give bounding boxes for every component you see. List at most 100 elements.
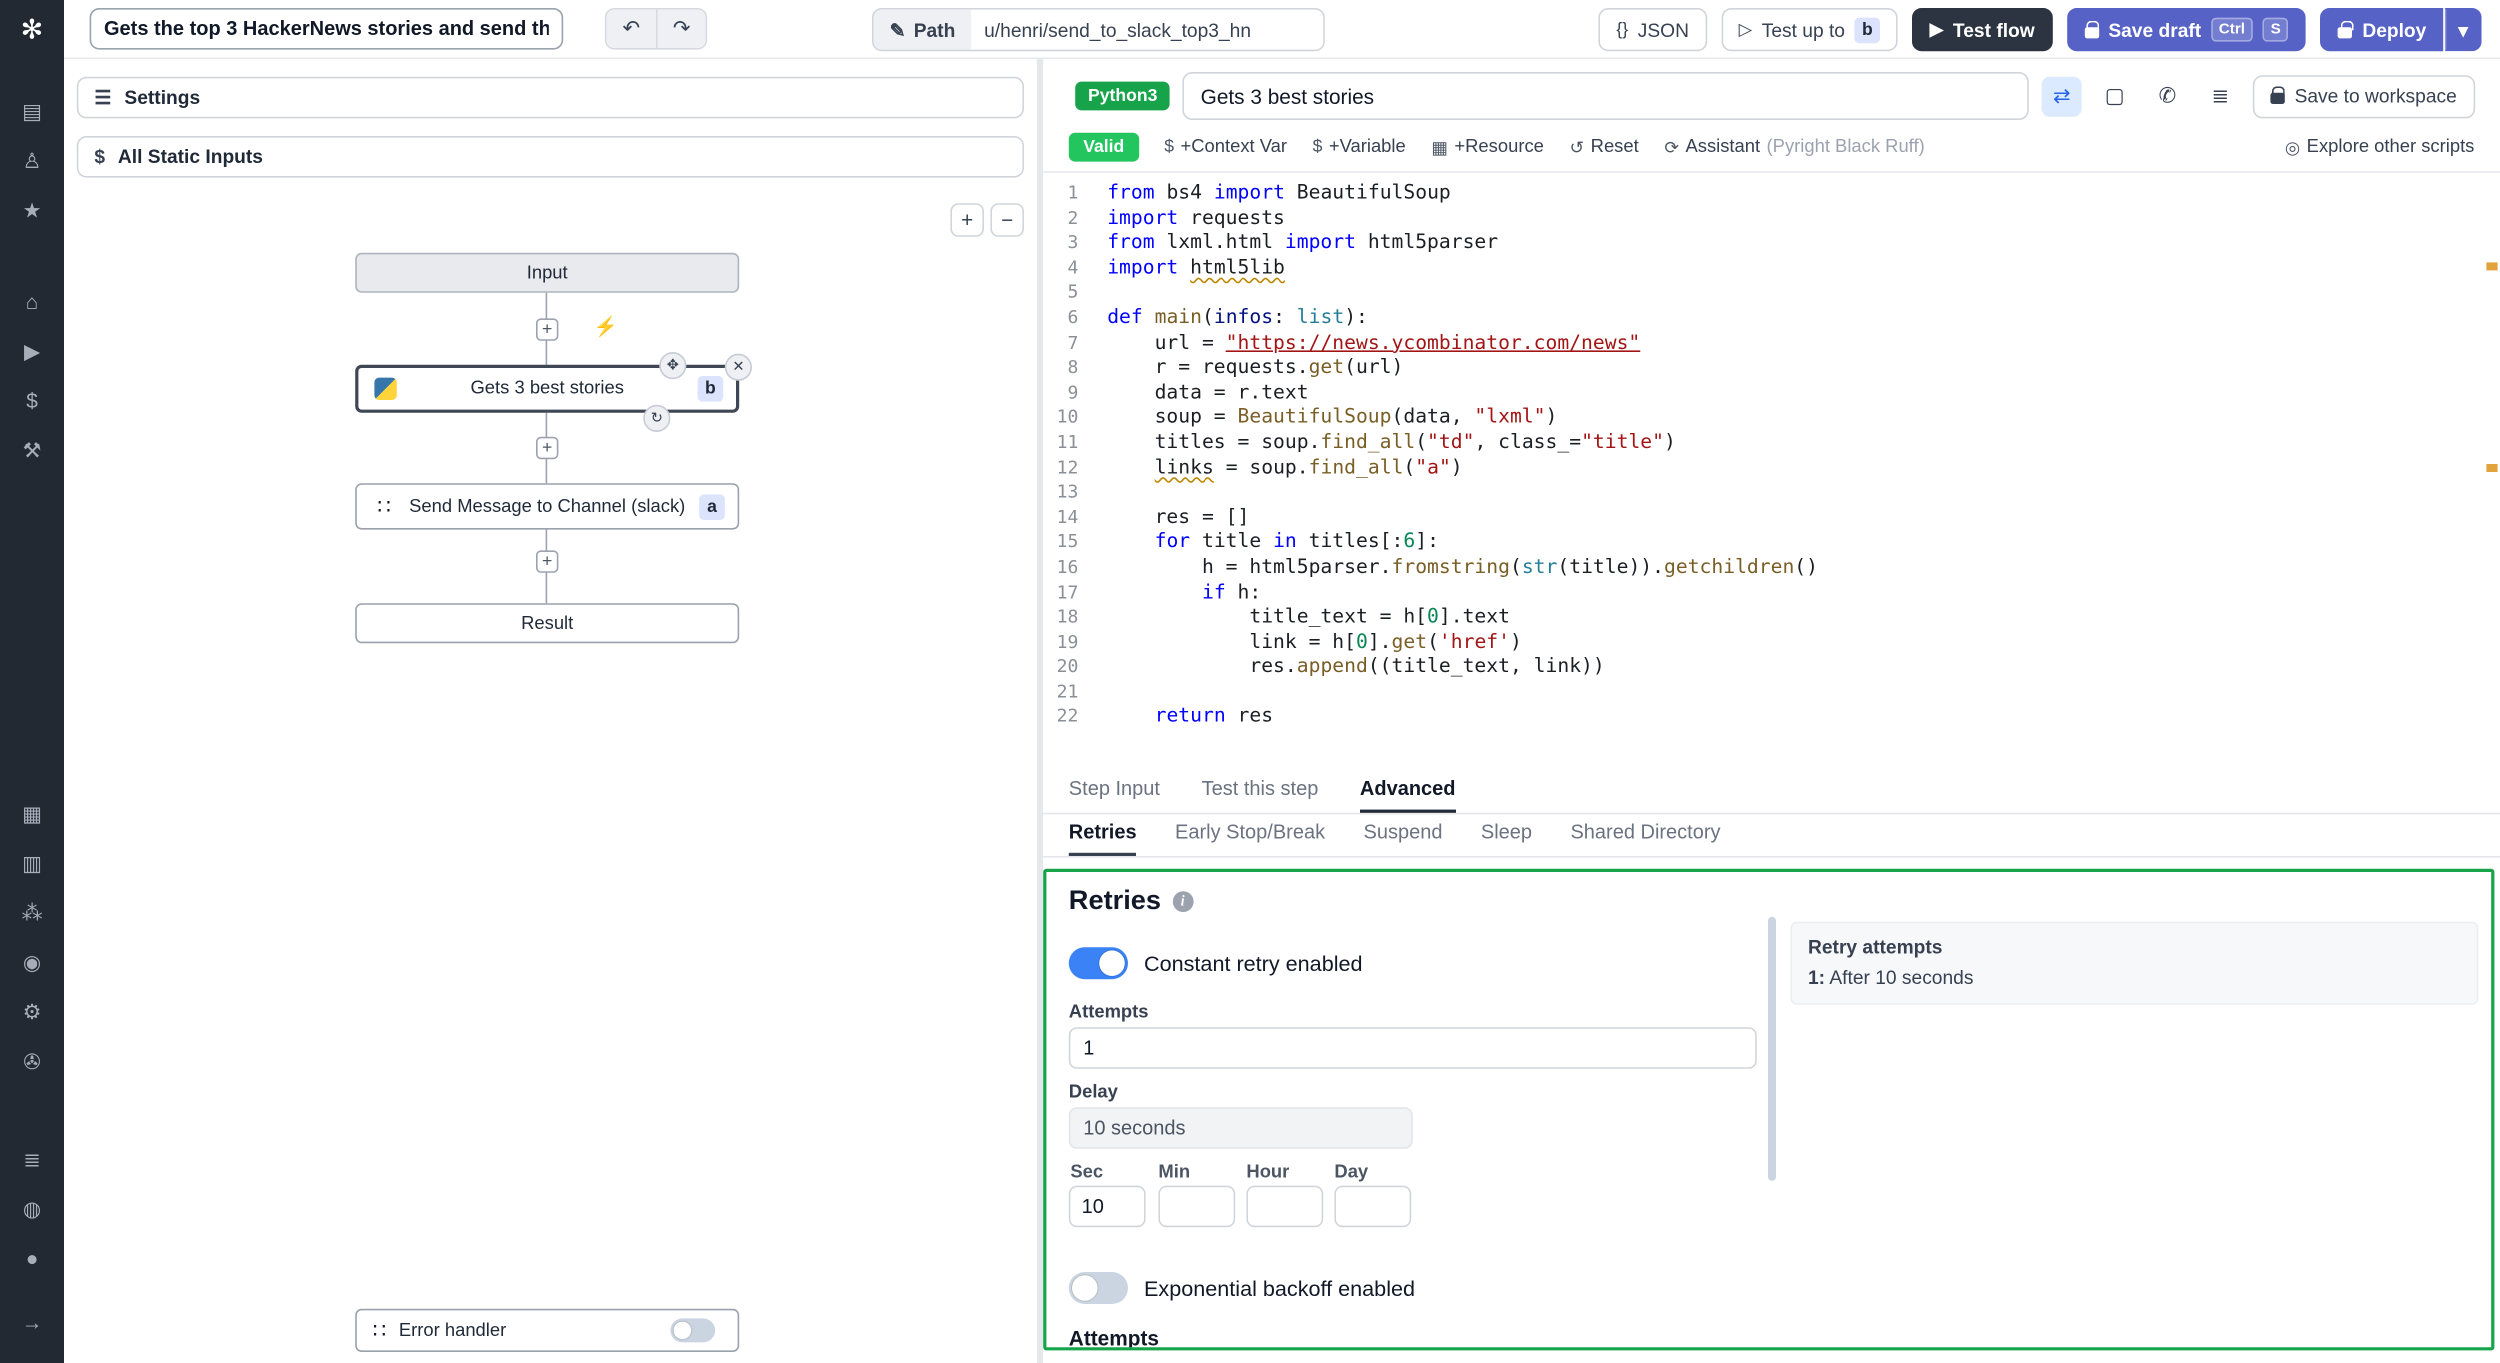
subtab-shared-directory[interactable]: Shared Directory <box>1570 821 1720 856</box>
path-label[interactable]: ✎ Path <box>873 9 972 50</box>
home-icon[interactable]: ⌂ <box>0 277 64 327</box>
reset-icon: ↺ <box>1569 138 1585 158</box>
folders-icon[interactable]: ▥ <box>0 838 64 888</box>
hour-input[interactable] <box>1246 1185 1324 1228</box>
flows-icon[interactable]: ▶ <box>0 326 64 376</box>
reset-button[interactable]: ↺ Reset <box>1570 137 1639 158</box>
variables-icon[interactable]: $ <box>0 376 64 426</box>
restart-from-step-button[interactable]: ↻ <box>643 404 671 432</box>
zoom-out-button[interactable]: − <box>990 203 1024 237</box>
dollar-icon: $ <box>1164 137 1175 157</box>
info-icon[interactable]: i <box>1172 890 1194 912</box>
test-up-to-button[interactable]: ▷ Test up to b <box>1720 8 1898 52</box>
attempts-input[interactable] <box>1068 1027 1757 1069</box>
schedules-icon[interactable]: ▦ <box>0 789 64 839</box>
test-up-to-step-badge: b <box>1854 16 1881 43</box>
user-icon[interactable]: ♙ <box>0 136 64 186</box>
step-id-badge: a <box>699 493 725 520</box>
audit-logs-icon[interactable]: ◉ <box>0 938 64 988</box>
workspace-settings-icon[interactable]: ⚙ <box>0 987 64 1037</box>
groups-icon[interactable]: ⁂ <box>0 888 64 938</box>
constant-retry-label: Constant retry enabled <box>1144 951 1363 976</box>
subtab-early-stop[interactable]: Early Stop/Break <box>1175 821 1325 856</box>
all-static-inputs-bar[interactable]: $ All Static Inputs <box>76 136 1025 178</box>
redo-button[interactable]: ↷ <box>656 9 706 49</box>
workers-icon[interactable]: ✇ <box>0 1037 64 1087</box>
add-resource-button[interactable]: ▦ +Resource <box>1431 137 1544 158</box>
insert-step-button[interactable]: + <box>536 550 559 573</box>
json-icon: {} <box>1616 20 1629 40</box>
deploy-button[interactable]: Deploy <box>2320 8 2444 52</box>
trigger-bolt-icon[interactable]: ⚡ <box>594 315 618 337</box>
deploy-dropdown-button[interactable]: ▾ <box>2445 8 2481 52</box>
sec-label: Sec <box>1070 1163 1104 1183</box>
path-input[interactable] <box>971 9 1324 50</box>
tab-step-input[interactable]: Step Input <box>1069 778 1160 813</box>
sync-script-icon[interactable]: ⇄ <box>2041 76 2082 116</box>
subtab-sleep[interactable]: Sleep <box>1481 821 1532 856</box>
fullscreen-icon[interactable]: ▢ <box>2095 76 2135 116</box>
min-label: Min <box>1158 1163 1191 1183</box>
test-flow-button[interactable]: ▶ Test flow <box>1912 8 2053 52</box>
tab-test-this-step[interactable]: Test this step <box>1202 778 1319 813</box>
step-node-a[interactable]: ∷ Send Message to Channel (slack) a <box>355 483 740 530</box>
resource-icon: ▦ <box>1431 138 1448 158</box>
min-input[interactable] <box>1158 1185 1236 1228</box>
code-lines: 1 from bs4 import BeautifulSoup 2 import re… <box>1056 180 1818 728</box>
insert-step-button[interactable]: + <box>536 318 559 341</box>
error-handler-node[interactable]: ∷ Error handler <box>355 1308 740 1352</box>
error-handler-toggle[interactable] <box>670 1318 716 1343</box>
webhook-icon[interactable]: ✆ <box>2147 76 2187 116</box>
expand-sidebar-icon[interactable]: → <box>0 1297 64 1347</box>
subtab-suspend[interactable]: Suspend <box>1364 821 1443 856</box>
settings-sliders-icon: ☰ <box>94 86 112 109</box>
play-icon: ▶ <box>1929 20 1944 40</box>
path-group: ✎ Path <box>872 8 1325 52</box>
sec-input[interactable] <box>1068 1185 1146 1228</box>
zoom-in-button[interactable]: + <box>950 203 984 237</box>
favorites-icon[interactable]: ★ <box>0 186 64 236</box>
explore-other-scripts-button[interactable]: ◎ Explore other scripts <box>2285 137 2475 158</box>
tab-advanced[interactable]: Advanced <box>1359 778 1456 813</box>
delete-step-button[interactable]: ✕ <box>724 353 752 381</box>
add-context-var-button[interactable]: $ +Context Var <box>1164 138 1287 157</box>
runs-icon[interactable]: ▤ <box>0 86 64 136</box>
resources-icon[interactable]: ⚒ <box>0 426 64 476</box>
constant-retry-toggle[interactable] <box>1068 947 1128 980</box>
assistant-button[interactable]: ⟳ Assistant (Pyright Black Ruff) <box>1664 137 1924 158</box>
docs-icon[interactable]: ≣ <box>0 1134 64 1184</box>
insert-step-button[interactable]: + <box>536 436 559 460</box>
flow-title-input[interactable] <box>89 8 564 50</box>
language-badge: Python3 <box>1075 81 1171 111</box>
save-to-workspace-button[interactable]: Save to workspace <box>2252 74 2475 118</box>
flow-input-node[interactable]: Input <box>355 252 740 293</box>
day-input[interactable] <box>1334 1185 1412 1228</box>
hour-label: Hour <box>1246 1163 1290 1183</box>
path-label-text: Path <box>913 18 956 41</box>
diff-icon[interactable]: ≣ <box>2200 76 2240 116</box>
exponential-backoff-toggle[interactable] <box>1068 1272 1128 1304</box>
play-outline-icon: ▷ <box>1738 20 1753 40</box>
retries-section: Retries i Constant retry enabled Attempt… <box>1043 868 2494 1351</box>
dollar-icon: $ <box>94 145 106 168</box>
lock-icon <box>2084 19 2100 38</box>
discord-icon[interactable]: ◍ <box>0 1184 64 1234</box>
bug-icon: ∷ <box>372 1317 387 1342</box>
json-button[interactable]: {} JSON <box>1598 8 1707 52</box>
lock-icon <box>2270 86 2286 104</box>
windmill-logo-icon[interactable]: ✻ <box>0 6 64 54</box>
explore-icon: ◎ <box>2284 138 2301 158</box>
retries-scrollbar[interactable] <box>1768 916 1776 1181</box>
add-variable-button[interactable]: $ +Variable <box>1313 138 1406 157</box>
save-draft-button[interactable]: Save draft Ctrl S <box>2066 8 2307 52</box>
flow-settings-bar[interactable]: ☰ Settings <box>76 76 1025 119</box>
move-step-handle[interactable]: ✥ <box>659 352 687 380</box>
warning-marker <box>2485 464 2497 472</box>
step-title-input[interactable] <box>1183 72 2029 120</box>
flow-result-node[interactable]: Result <box>355 603 740 644</box>
code-editor[interactable]: 1 from bs4 import BeautifulSoup 2 import re… <box>1043 173 2500 771</box>
undo-button[interactable]: ↶ <box>606 9 656 49</box>
github-icon[interactable]: ● <box>0 1234 64 1284</box>
backoff-attempts-label: Attempts <box>1068 1326 1159 1351</box>
subtab-retries[interactable]: Retries <box>1068 821 1137 856</box>
